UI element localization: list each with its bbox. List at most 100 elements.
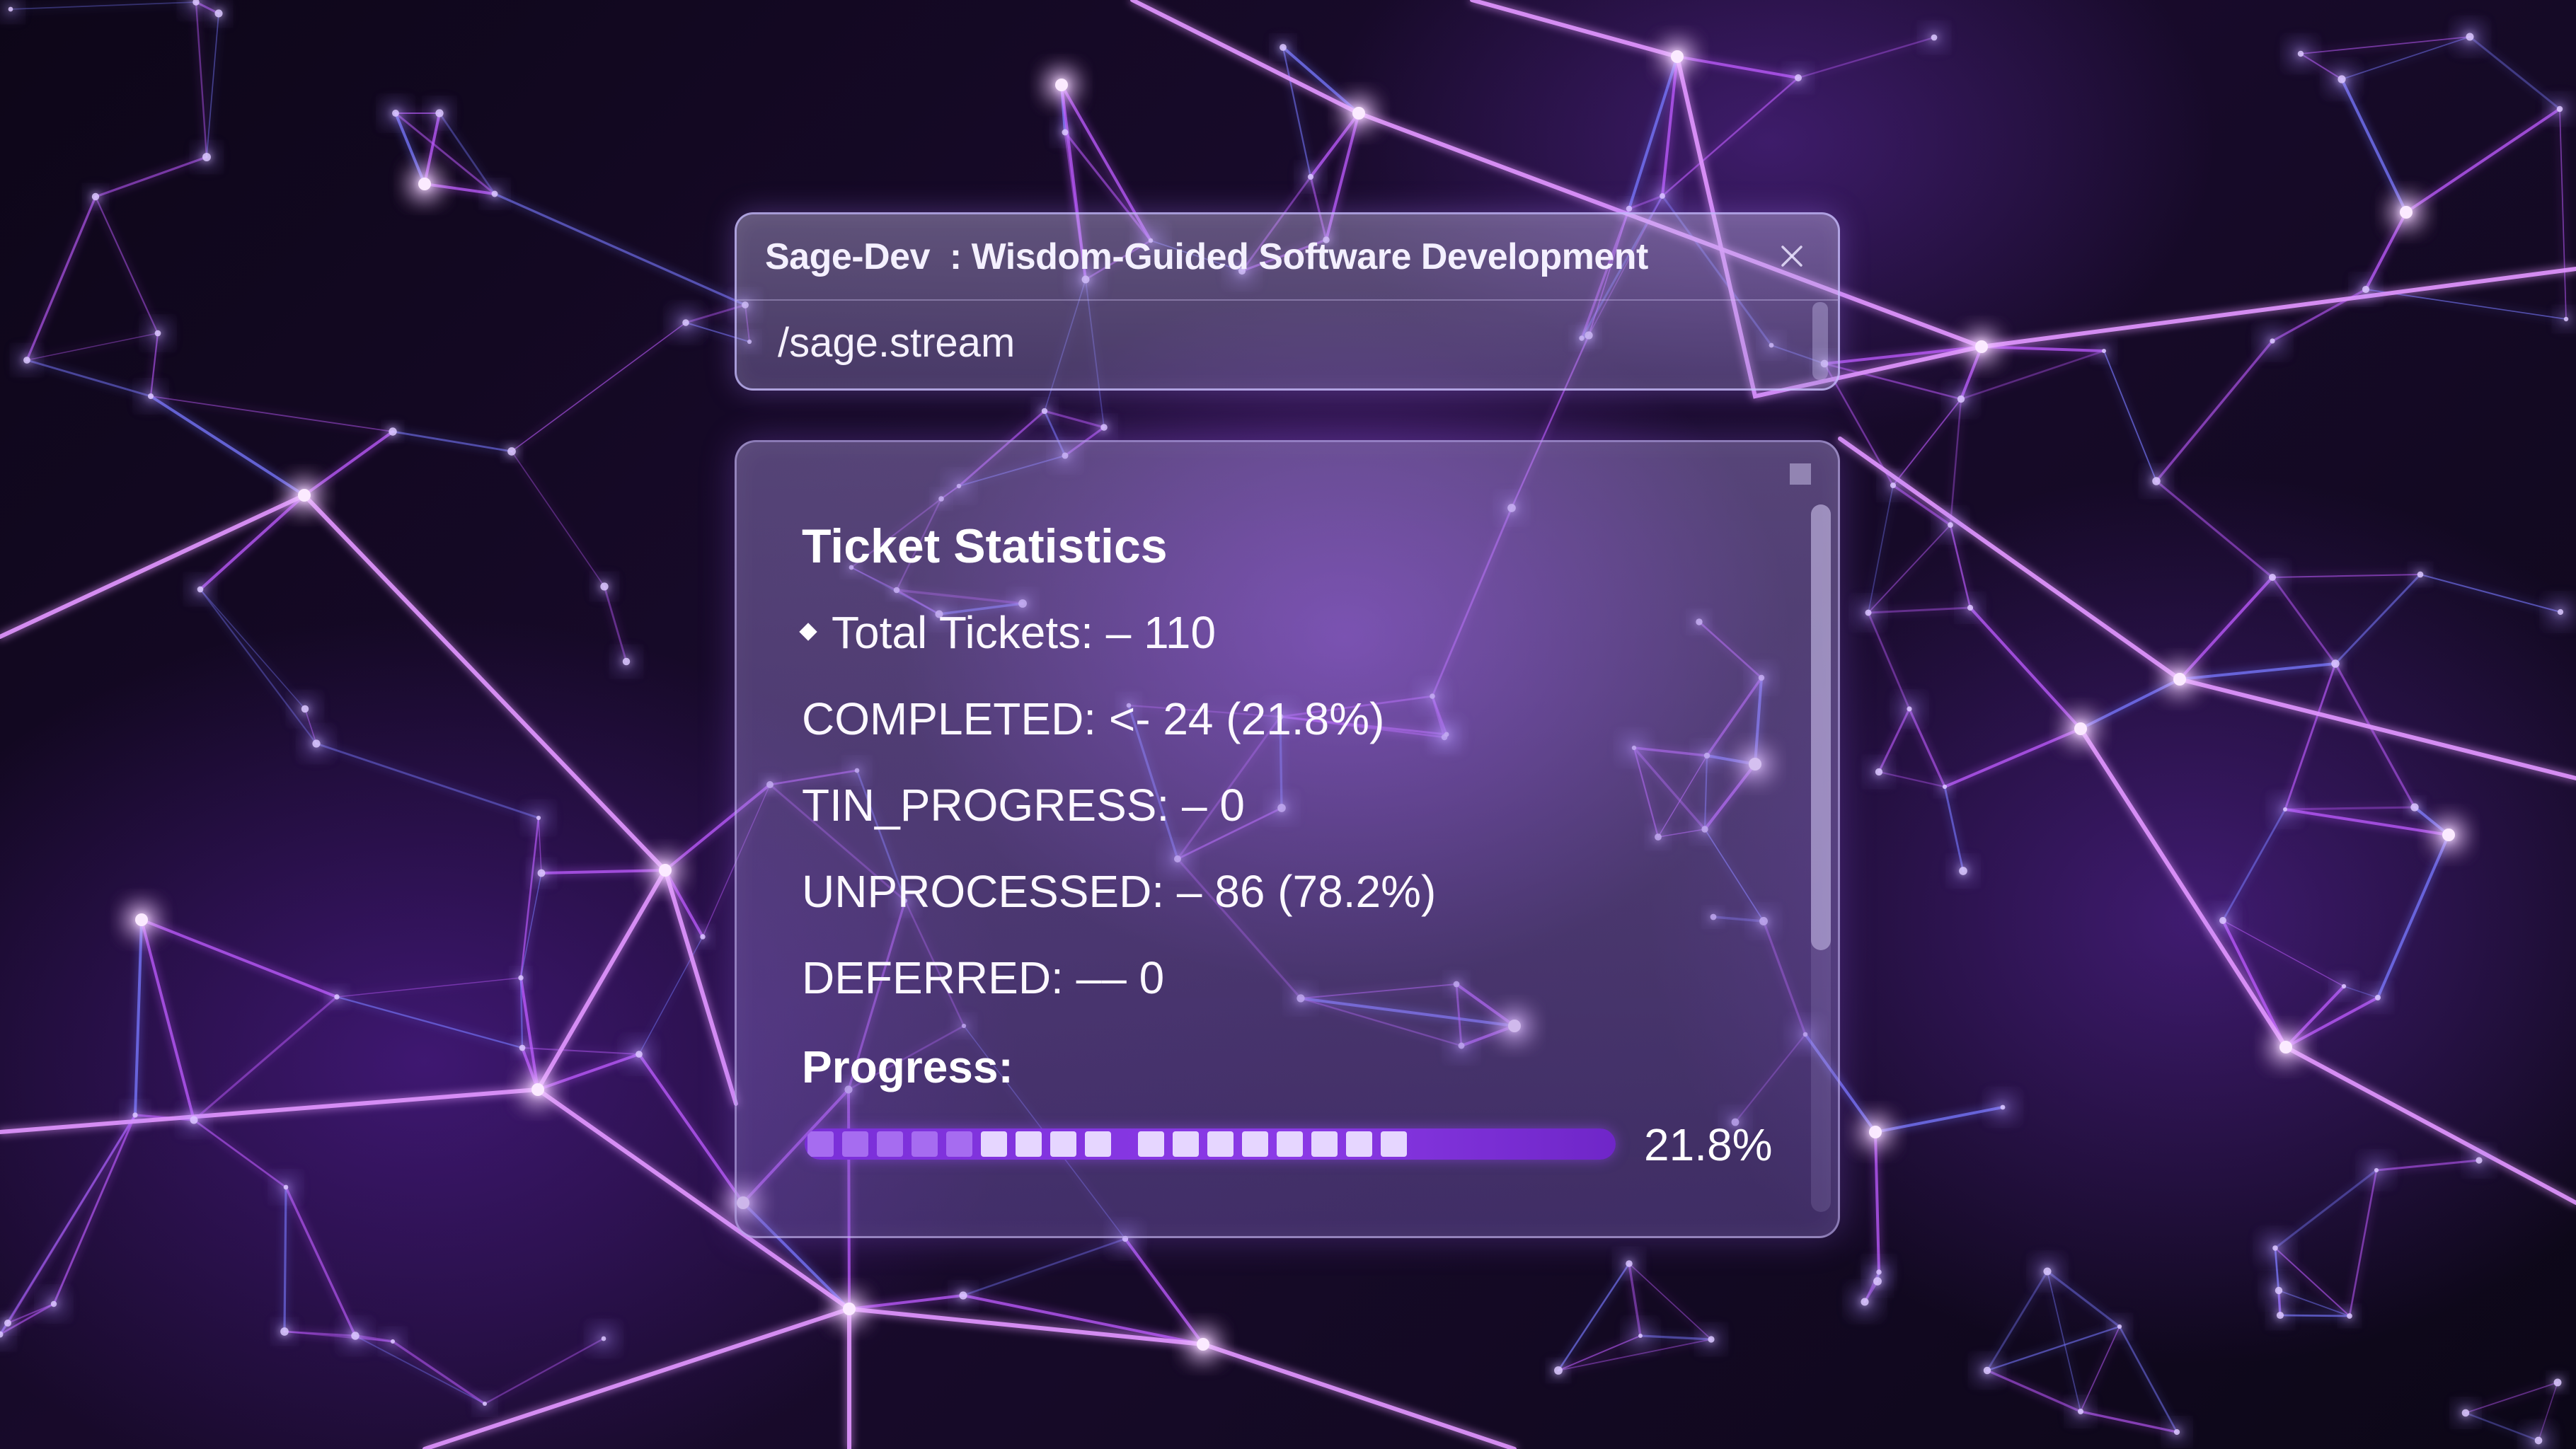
network-line <box>1676 55 1800 79</box>
network-line <box>2155 340 2274 483</box>
network-line <box>848 1294 965 1310</box>
network-line <box>2079 1410 2178 1433</box>
network-node <box>2341 983 2347 989</box>
network-line <box>962 1237 1127 1297</box>
stats-heading: Ticket Statistics <box>802 519 1168 573</box>
network-line <box>1124 1237 1204 1346</box>
network-node <box>135 913 148 926</box>
window-title: Sage-Dev : Wisdom-Guided Software Develo… <box>765 236 1648 277</box>
network-node <box>1948 522 1953 528</box>
network-line <box>1661 76 1800 197</box>
panel-scrollbar-thumb[interactable] <box>1811 504 1831 950</box>
network-line <box>2274 1169 2378 1249</box>
network-line <box>2465 1382 2558 1414</box>
network-node <box>1062 129 1069 136</box>
close-icon[interactable] <box>1774 238 1810 274</box>
network-line <box>1986 1369 2082 1413</box>
network-node <box>2476 1157 2483 1164</box>
network-line <box>2103 350 2157 482</box>
network-strand <box>2078 727 2576 1205</box>
network-node <box>700 934 706 940</box>
network-line <box>2271 576 2337 665</box>
network-node <box>1967 604 1974 611</box>
network-line <box>962 1294 1204 1346</box>
network-node <box>2557 608 2564 616</box>
network-line <box>25 195 97 362</box>
network-line <box>52 1114 137 1305</box>
network-line <box>1908 708 1946 788</box>
network-line <box>1878 708 1911 773</box>
network-line <box>336 977 522 998</box>
network-node <box>390 1339 396 1344</box>
network-node <box>435 109 444 117</box>
network-line <box>1823 362 1962 400</box>
network-line <box>2271 573 2422 579</box>
network-line <box>355 1335 485 1404</box>
network-line <box>2278 1290 2350 1317</box>
network-line <box>2419 573 2562 613</box>
network-line <box>2284 806 2416 811</box>
network-line <box>511 322 686 452</box>
network-line <box>2375 1159 2480 1172</box>
network-node <box>1873 1277 1882 1286</box>
network-line <box>511 451 605 587</box>
network-node <box>536 815 541 821</box>
network-line <box>438 112 496 195</box>
network-node <box>959 1291 967 1300</box>
network-line <box>2334 573 2422 665</box>
network-node <box>600 582 609 591</box>
network-line <box>1868 524 1951 613</box>
network-node <box>154 330 161 337</box>
network-line <box>2348 1169 2378 1317</box>
network-node <box>1671 50 1684 63</box>
network-line <box>315 742 540 819</box>
network-node <box>1660 193 1665 199</box>
progress-segment <box>1381 1131 1407 1157</box>
network-node <box>1975 340 1988 353</box>
network-node <box>197 586 204 593</box>
network-line <box>94 156 208 198</box>
network-node <box>4 1319 12 1327</box>
network-line <box>150 396 393 432</box>
command-input[interactable]: /sage.stream <box>778 319 1015 366</box>
command-scrollbar[interactable] <box>1812 302 1828 380</box>
network-line <box>1986 1325 2121 1372</box>
network-node <box>8 6 13 12</box>
network-node <box>519 1044 526 1051</box>
network-line <box>284 1186 357 1337</box>
network-node <box>389 427 397 436</box>
progress-segment <box>877 1131 903 1157</box>
network-node <box>1554 1366 1563 1375</box>
network-node <box>2270 338 2275 344</box>
network-line <box>1868 485 1894 613</box>
network-line <box>603 585 628 663</box>
network-line <box>140 918 195 1121</box>
network-line <box>192 995 338 1121</box>
network-node <box>1041 408 1048 415</box>
panel-scroll-up-button[interactable] <box>1790 463 1811 485</box>
network-node <box>1626 1260 1633 1267</box>
network-node <box>392 110 399 117</box>
network-node <box>518 975 524 981</box>
network-node <box>132 1112 138 1118</box>
network-line <box>540 869 667 874</box>
network-node <box>2338 75 2346 83</box>
network-node <box>1626 205 1633 212</box>
network-line <box>303 430 394 497</box>
network-line <box>10 1 197 10</box>
total-tickets-row: Total Tickets: – 110 <box>799 606 1216 659</box>
network-node <box>2279 1041 2292 1053</box>
network-node <box>2276 1311 2284 1320</box>
network-node <box>50 1300 57 1307</box>
network-line <box>283 1186 287 1333</box>
network-line <box>283 1330 394 1343</box>
network-node <box>298 489 311 502</box>
network-node <box>1983 1366 1991 1375</box>
network-line <box>149 395 306 497</box>
network-node <box>2461 1409 2470 1417</box>
network-line <box>1557 1262 1631 1372</box>
title-bar: Sage-Dev : Wisdom-Guided Software Develo… <box>737 214 1838 301</box>
network-node <box>2553 1378 2562 1387</box>
network-node <box>1638 1333 1643 1339</box>
network-node <box>491 190 498 197</box>
